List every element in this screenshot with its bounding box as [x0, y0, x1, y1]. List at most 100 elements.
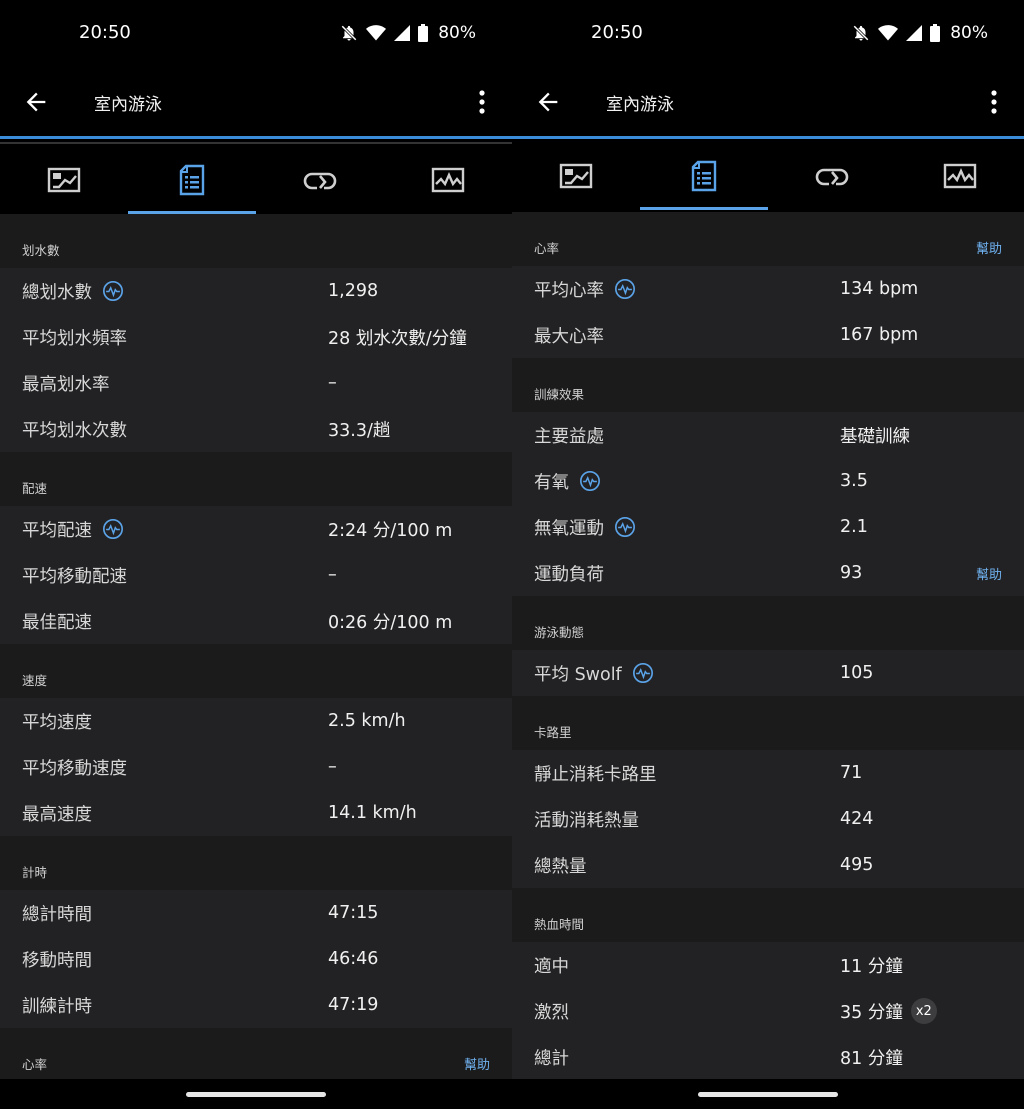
section-header: 速度 [0, 644, 512, 698]
stat-value-text: 2.1 [840, 517, 868, 537]
info-graph-icon[interactable] [614, 516, 636, 538]
stat-label-text: 平均划水頻率 [22, 328, 127, 349]
stat-value-text: 35 分鐘 [840, 1002, 903, 1023]
info-graph-icon[interactable] [632, 662, 654, 684]
section-header: 心率 幫助 [0, 1028, 512, 1079]
back-arrow-icon[interactable] [22, 88, 50, 116]
stat-label-text: 活動消耗熱量 [534, 810, 639, 831]
stat-value: 基礎訓練 [840, 423, 910, 448]
section-rows: 平均 Swolf 105 [512, 650, 1024, 696]
section-rows: 靜止消耗卡路里 71 活動消耗熱量 424 總熱量 495 [512, 750, 1024, 888]
details-icon [179, 164, 205, 196]
stat-value: 167 bpm [840, 325, 918, 345]
details-list[interactable]: 划水數 總划水數 1,298 平均划水頻率 28 划水次數/分鐘 最高划水率 – 平均划水次數… [0, 214, 512, 1079]
stat-row: 無氧運動 2.1 [512, 504, 1024, 550]
stat-label-text: 總划水數 [22, 282, 92, 303]
stat-value: 93 [840, 563, 862, 583]
section-label: 心率 [22, 1057, 48, 1072]
notifications-off-icon [341, 25, 358, 41]
stat-value-text: 3.5 [840, 471, 868, 491]
stat-value: 2:24 分/100 m [328, 517, 452, 542]
tab-details[interactable] [128, 146, 256, 214]
info-graph-icon[interactable] [102, 518, 124, 540]
stat-row: 活動消耗熱量 424 [512, 796, 1024, 842]
section-label: 計時 [22, 865, 48, 880]
stat-label-text: 平均配速 [22, 520, 92, 541]
stat-label: 無氧運動 [534, 515, 636, 540]
wifi-icon [366, 25, 387, 41]
section-label: 速度 [22, 673, 48, 688]
stat-value-text: 46:46 [328, 949, 379, 969]
home-handle[interactable] [698, 1092, 838, 1097]
wifi-icon [878, 25, 899, 41]
more-options-icon[interactable] [472, 88, 492, 116]
stat-value: 14.1 km/h [328, 803, 417, 823]
stat-row: 平均划水頻率 28 划水次數/分鐘 [0, 314, 512, 360]
stat-label: 活動消耗熱量 [534, 807, 639, 832]
tab-details[interactable] [640, 142, 768, 210]
section-label: 訓練效果 [534, 387, 585, 402]
nav-bar [512, 1079, 1024, 1109]
stat-label-text: 最高速度 [22, 804, 92, 825]
stat-value-text: 基礎訓練 [840, 426, 910, 447]
info-graph-icon[interactable] [102, 280, 124, 302]
stat-label: 平均移動配速 [22, 563, 127, 588]
stat-label-text: 無氧運動 [534, 518, 604, 539]
stat-label: 激烈 [534, 999, 569, 1024]
signal-icon [394, 25, 411, 41]
tab-graphs[interactable] [896, 142, 1024, 210]
section-rows: 適中 11 分鐘 激烈 35 分鐘 x2 總計 81 分鐘 [512, 942, 1024, 1079]
stat-value-text: 1,298 [328, 281, 379, 301]
stat-label-text: 有氧 [534, 472, 569, 493]
stat-label-text: 適中 [534, 956, 569, 977]
stat-row: 總計時間 47:15 [0, 890, 512, 936]
details-list[interactable]: 心率 幫助 平均心率 134 bpm 最大心率 167 bpm 訓練效果 主要益處 基礎訓練 有氧… [512, 212, 1024, 1079]
tab-summary[interactable] [0, 146, 128, 214]
info-graph-icon[interactable] [614, 278, 636, 300]
stat-label-text: 移動時間 [22, 950, 92, 971]
stat-row: 平均 Swolf 105 [512, 650, 1024, 696]
stat-value: 424 [840, 809, 873, 829]
info-graph-icon[interactable] [579, 470, 601, 492]
help-link[interactable]: 幫助 [976, 238, 1002, 257]
stat-label-text: 運動負荷 [534, 564, 604, 585]
right-screen: 20:50 80% 室內游泳 心率 幫助 平均心率 134 bpm 最大心率 1… [512, 0, 1024, 1109]
stat-row: 總計 81 分鐘 [512, 1034, 1024, 1079]
tab-laps[interactable] [768, 142, 896, 210]
stat-label-text: 平均移動速度 [22, 758, 127, 779]
section-header: 游泳動態 [512, 596, 1024, 650]
battery-icon [418, 24, 429, 42]
stat-label: 有氧 [534, 469, 601, 494]
stat-value-text: 424 [840, 809, 874, 829]
graphs-icon [431, 167, 465, 193]
stat-label-text: 平均心率 [534, 280, 604, 301]
tab-graphs[interactable] [384, 146, 512, 214]
laps-icon [815, 168, 849, 186]
stat-row: 平均速度 2.5 km/h [0, 698, 512, 744]
section-rows: 平均速度 2.5 km/h 平均移動速度 – 最高速度 14.1 km/h [0, 698, 512, 836]
stat-value: 28 划水次數/分鐘 [328, 325, 467, 350]
help-link[interactable]: 幫助 [976, 564, 1002, 583]
stat-label-text: 最大心率 [534, 326, 604, 347]
back-arrow-icon[interactable] [534, 88, 562, 116]
left-screen: 20:50 80% 室內游泳 划水數 總划水數 1,298 平均划水頻率 28 … [0, 0, 512, 1109]
stat-value: 71 [840, 763, 862, 783]
more-options-icon[interactable] [984, 88, 1004, 116]
stat-value: 134 bpm [840, 279, 918, 299]
stat-value: 81 分鐘 [840, 1045, 903, 1070]
section-header: 心率 幫助 [512, 212, 1024, 266]
stat-label: 運動負荷 [534, 561, 604, 586]
stat-row: 平均移動配速 – [0, 552, 512, 598]
section-header: 卡路里 [512, 696, 1024, 750]
tab-summary[interactable] [512, 142, 640, 210]
stat-label: 總熱量 [534, 853, 587, 878]
status-time: 20:50 [591, 22, 643, 43]
home-handle[interactable] [186, 1092, 326, 1097]
stat-label: 訓練計時 [22, 993, 92, 1018]
stat-row: 總熱量 495 [512, 842, 1024, 888]
stat-value-text: 28 划水次數/分鐘 [328, 328, 467, 349]
help-link[interactable]: 幫助 [464, 1054, 490, 1073]
tab-laps[interactable] [256, 146, 384, 214]
stat-label: 平均 Swolf [534, 661, 654, 686]
stat-row: 最佳配速 0:26 分/100 m [0, 598, 512, 644]
